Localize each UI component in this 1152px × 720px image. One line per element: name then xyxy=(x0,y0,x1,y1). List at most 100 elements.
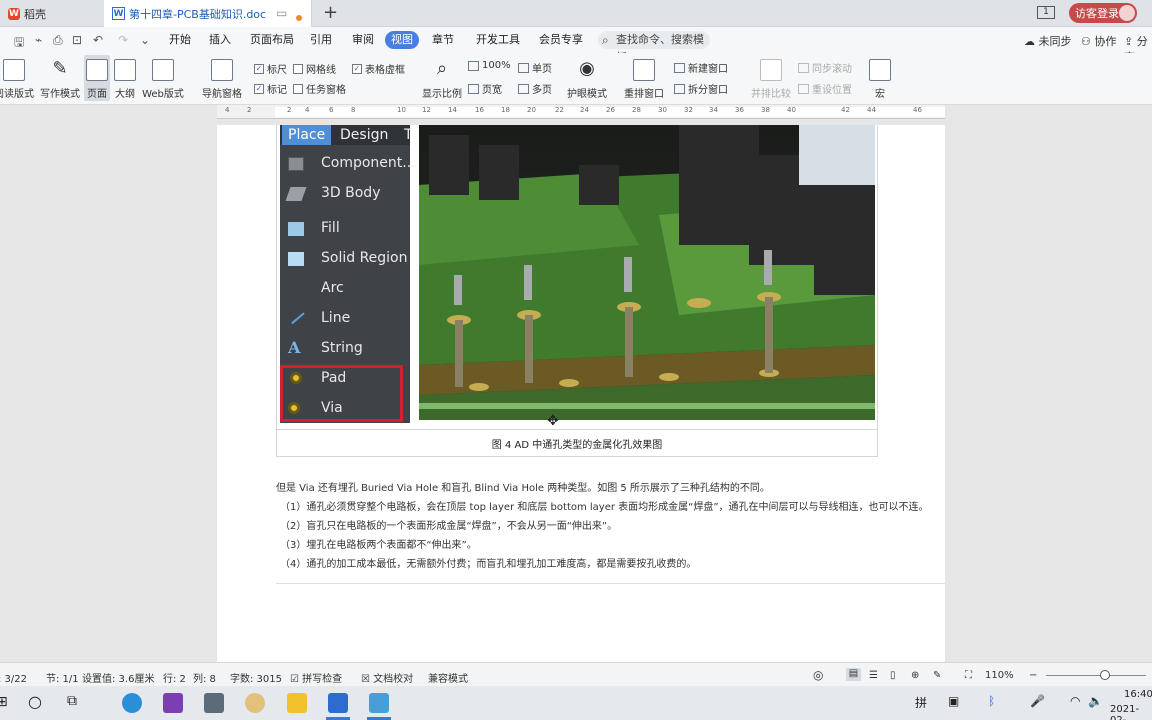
zoom-100-icon xyxy=(468,60,479,71)
eye-protect-button[interactable]: ◉ 护眼模式 xyxy=(564,53,610,103)
zoom-slider-track[interactable] xyxy=(1046,675,1146,676)
cortana-icon[interactable]: ○ xyxy=(28,692,42,711)
zoom-100-button[interactable]: 100% xyxy=(468,60,511,71)
outline-button[interactable]: 大纲 xyxy=(112,53,138,103)
marks-checkbox[interactable]: ✓ 标记 xyxy=(254,81,287,96)
menu-vip[interactable]: 会员专享 xyxy=(533,31,589,49)
tab-document[interactable]: W 第十四章-PCB基础知识.doc ▭ xyxy=(104,0,312,27)
arrange-windows-button[interactable]: 重排窗口 xyxy=(618,53,670,103)
calculator-icon[interactable] xyxy=(204,693,224,713)
save-icon[interactable]: 🖫 xyxy=(14,33,24,54)
tray-app-icon[interactable]: ▣ xyxy=(948,694,959,708)
write-mode-button[interactable]: ✎ 写作模式 xyxy=(38,53,82,103)
login-button[interactable]: 访客登录 xyxy=(1069,3,1137,23)
zoom-display-label: 显示比例 xyxy=(422,89,462,100)
web-view-icon[interactable]: ⊕ xyxy=(911,670,919,681)
web-mode-button[interactable]: Web版式 xyxy=(140,53,186,103)
gridlines-checkbox[interactable]: 网格线 xyxy=(293,61,336,76)
start-icon[interactable]: ⊞ xyxy=(0,694,8,710)
menu-sections[interactable]: 章节 xyxy=(426,31,460,49)
ruler-checkbox[interactable]: ✓ 标尺 xyxy=(254,61,287,76)
print-preview-icon[interactable]: ⊡ xyxy=(72,33,82,47)
wifi-icon[interactable]: ◠ xyxy=(1070,694,1080,708)
eye-mode-icon[interactable]: ◎ xyxy=(813,668,823,682)
nav-pane-button[interactable]: 导航窗格 xyxy=(198,53,246,103)
ruler-tick: 38 xyxy=(761,106,770,114)
altium-tab-more: T xyxy=(404,127,413,143)
side-by-side-icon xyxy=(760,59,782,81)
ruler-tick: 18 xyxy=(501,106,510,114)
single-page-button[interactable]: 单页 xyxy=(518,60,552,75)
undo-icon[interactable]: ↶ xyxy=(93,33,103,47)
menu-references[interactable]: 引用 xyxy=(304,31,338,49)
print-icon[interactable]: ⎙ xyxy=(53,33,63,48)
pad-via-highlight-box xyxy=(280,365,403,422)
menu-dev-tools[interactable]: 开发工具 xyxy=(470,31,526,49)
read-view-icon[interactable]: ▯ xyxy=(890,670,896,681)
snipping-tool-icon[interactable] xyxy=(369,693,389,713)
command-search[interactable]: ⌕ 查找命令、搜索模板 xyxy=(598,31,710,64)
menu-insert[interactable]: 插入 xyxy=(203,31,237,49)
page-view-icon[interactable]: ▤ xyxy=(846,668,861,681)
altium-item-label: Component... xyxy=(321,155,416,171)
spell-check-button[interactable]: ☑ 拼写检查 xyxy=(290,670,342,685)
sync-status[interactable]: ☁ 未同步 xyxy=(1024,33,1072,49)
split-window-button[interactable]: 拆分窗口 xyxy=(674,81,728,96)
menu-page-layout[interactable]: 页面布局 xyxy=(244,31,300,49)
proofread-button[interactable]: ☒ 文档校对 xyxy=(361,670,413,685)
window-count-badge[interactable]: 1 xyxy=(1037,6,1055,19)
clock-time[interactable]: 16:40 xyxy=(1124,689,1152,700)
wps-logo-icon: W xyxy=(8,7,20,20)
reset-position-button[interactable]: 重设位置 xyxy=(798,81,852,96)
status-page[interactable]: 页: 3/22 xyxy=(0,670,27,685)
eye-protect-label: 护眼模式 xyxy=(567,89,607,100)
horizontal-ruler[interactable]: 4 2 2 4 6 8 10 12 14 16 18 20 22 24 26 2… xyxy=(217,105,945,119)
wps-writer-icon[interactable] xyxy=(328,693,348,713)
zoom-slider-handle[interactable] xyxy=(1100,670,1110,680)
page-width-button[interactable]: 页宽 xyxy=(468,81,502,96)
altium-menu-item: Fill xyxy=(280,215,410,243)
status-word-count[interactable]: 字数: 3015 xyxy=(230,670,282,685)
menu-start[interactable]: 开始 xyxy=(163,31,197,49)
collab-button[interactable]: ⚇ 协作 xyxy=(1081,33,1116,49)
menu-view[interactable]: 视图 xyxy=(385,31,419,49)
bluetooth-icon[interactable]: ᛒ xyxy=(988,694,995,708)
task-pane-checkbox[interactable]: 任务窗格 xyxy=(293,81,346,96)
clock-date[interactable]: 2021-02- xyxy=(1110,704,1152,720)
read-mode-button[interactable]: 阅读版式 xyxy=(0,53,34,103)
outline-label: 大纲 xyxy=(115,89,135,100)
file-explorer-icon[interactable] xyxy=(287,693,307,713)
microphone-icon[interactable]: 🎤 xyxy=(1030,694,1045,708)
page-mode-label: 页面 xyxy=(87,89,107,100)
table-borders-checkbox[interactable]: ✓ 表格虚框 xyxy=(352,61,405,76)
sync-scroll-button[interactable]: 同步滚动 xyxy=(798,60,852,75)
ruler-label: 标尺 xyxy=(267,65,287,76)
page-mode-button[interactable]: 页面 xyxy=(84,55,110,101)
zoom-display-button[interactable]: ⌕ 显示比例 xyxy=(420,53,464,103)
zoom-out-icon[interactable]: − xyxy=(1029,670,1037,681)
multi-page-button[interactable]: 多页 xyxy=(518,81,552,96)
outline-view-icon[interactable]: ☰ xyxy=(869,670,878,681)
tab-home[interactable]: W 稻壳 xyxy=(0,0,104,27)
ime-icon[interactable]: 拼 xyxy=(915,694,927,711)
pcb-3d-render-image xyxy=(419,125,875,420)
volume-icon[interactable]: 🔈 xyxy=(1088,694,1103,708)
side-by-side-button[interactable]: 并排比较 xyxy=(748,53,794,103)
more-chevron-icon[interactable]: ⌄ xyxy=(140,33,150,47)
new-tab-icon[interactable]: + xyxy=(323,2,338,23)
fit-page-icon[interactable]: ⛶ xyxy=(965,670,972,681)
monitor-icon[interactable]: ▭ xyxy=(276,6,287,20)
menu-review[interactable]: 审阅 xyxy=(346,31,380,49)
macro-button[interactable]: 宏 xyxy=(866,53,894,103)
new-window-button[interactable]: 新建窗口 xyxy=(674,60,728,75)
word-doc-icon: W xyxy=(112,7,125,20)
format-painter-icon[interactable]: ⌁ xyxy=(35,33,42,47)
onenote-icon[interactable] xyxy=(163,693,183,713)
edge-browser-icon[interactable] xyxy=(122,693,142,713)
app-icon[interactable] xyxy=(245,693,265,713)
zoom-level[interactable]: 110% xyxy=(985,670,1014,681)
task-view-icon[interactable]: ⧉ xyxy=(67,693,77,709)
write-view-icon[interactable]: ✎ xyxy=(933,670,941,681)
redo-icon[interactable]: ↷ xyxy=(118,33,128,47)
paragraph-point-2: （2）盲孔只在电路板的一个表面形成金属“焊盘”，不会从另一面“伸出来”。 xyxy=(280,521,618,532)
